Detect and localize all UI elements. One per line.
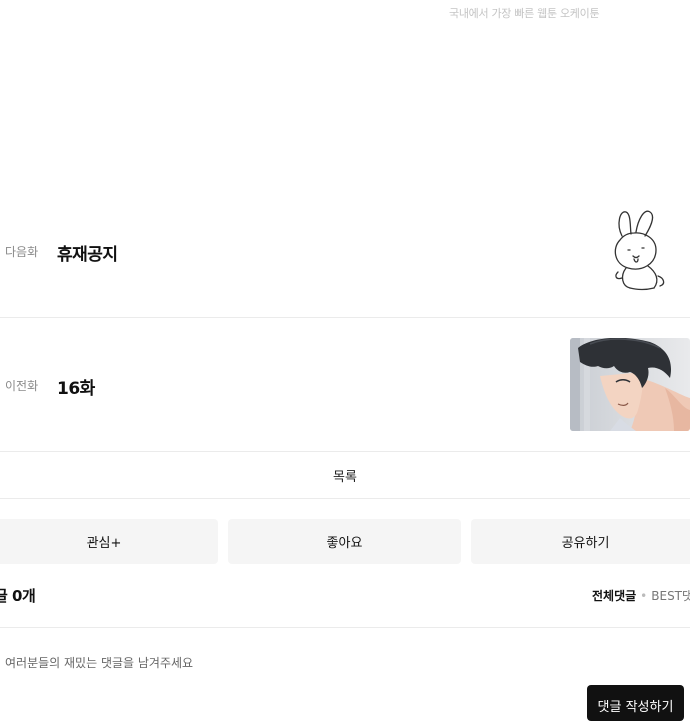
prev-episode-title: 16화 [57, 379, 95, 399]
write-comment-button[interactable]: 댓글 작성하기 [587, 685, 684, 721]
like-button[interactable]: 좋아요 [228, 519, 461, 564]
comment-input[interactable]: 여러분들의 재밌는 댓글을 남겨주세요 [5, 654, 193, 671]
episode-list-button[interactable]: 목록 [0, 452, 690, 498]
next-episode-kind: 다음화 [5, 245, 39, 259]
sort-best-comments[interactable]: BEST댓 [651, 589, 690, 603]
site-tagline: 국내에서 가장 빠른 웹툰 오케이툰 [449, 7, 600, 20]
next-episode-title: 휴재공지 [57, 245, 118, 265]
sort-separator: • [640, 589, 648, 603]
bookmark-button[interactable]: 관심+ [0, 519, 218, 564]
share-button[interactable]: 공유하기 [471, 519, 690, 564]
prev-episode-thumbnail [570, 338, 690, 431]
sort-all-comments[interactable]: 전체댓글 [592, 589, 636, 603]
comment-count: 글 0개 [0, 587, 36, 605]
next-episode-link[interactable]: 다음화 휴재공지 [0, 200, 690, 316]
divider [0, 498, 690, 499]
comment-sort: 전체댓글 • BEST댓 [592, 587, 690, 604]
divider [0, 627, 690, 628]
prev-episode-kind: 이전화 [5, 379, 39, 393]
next-episode-thumbnail [604, 206, 674, 294]
prev-episode-link[interactable]: 이전화 16화 [0, 318, 690, 451]
